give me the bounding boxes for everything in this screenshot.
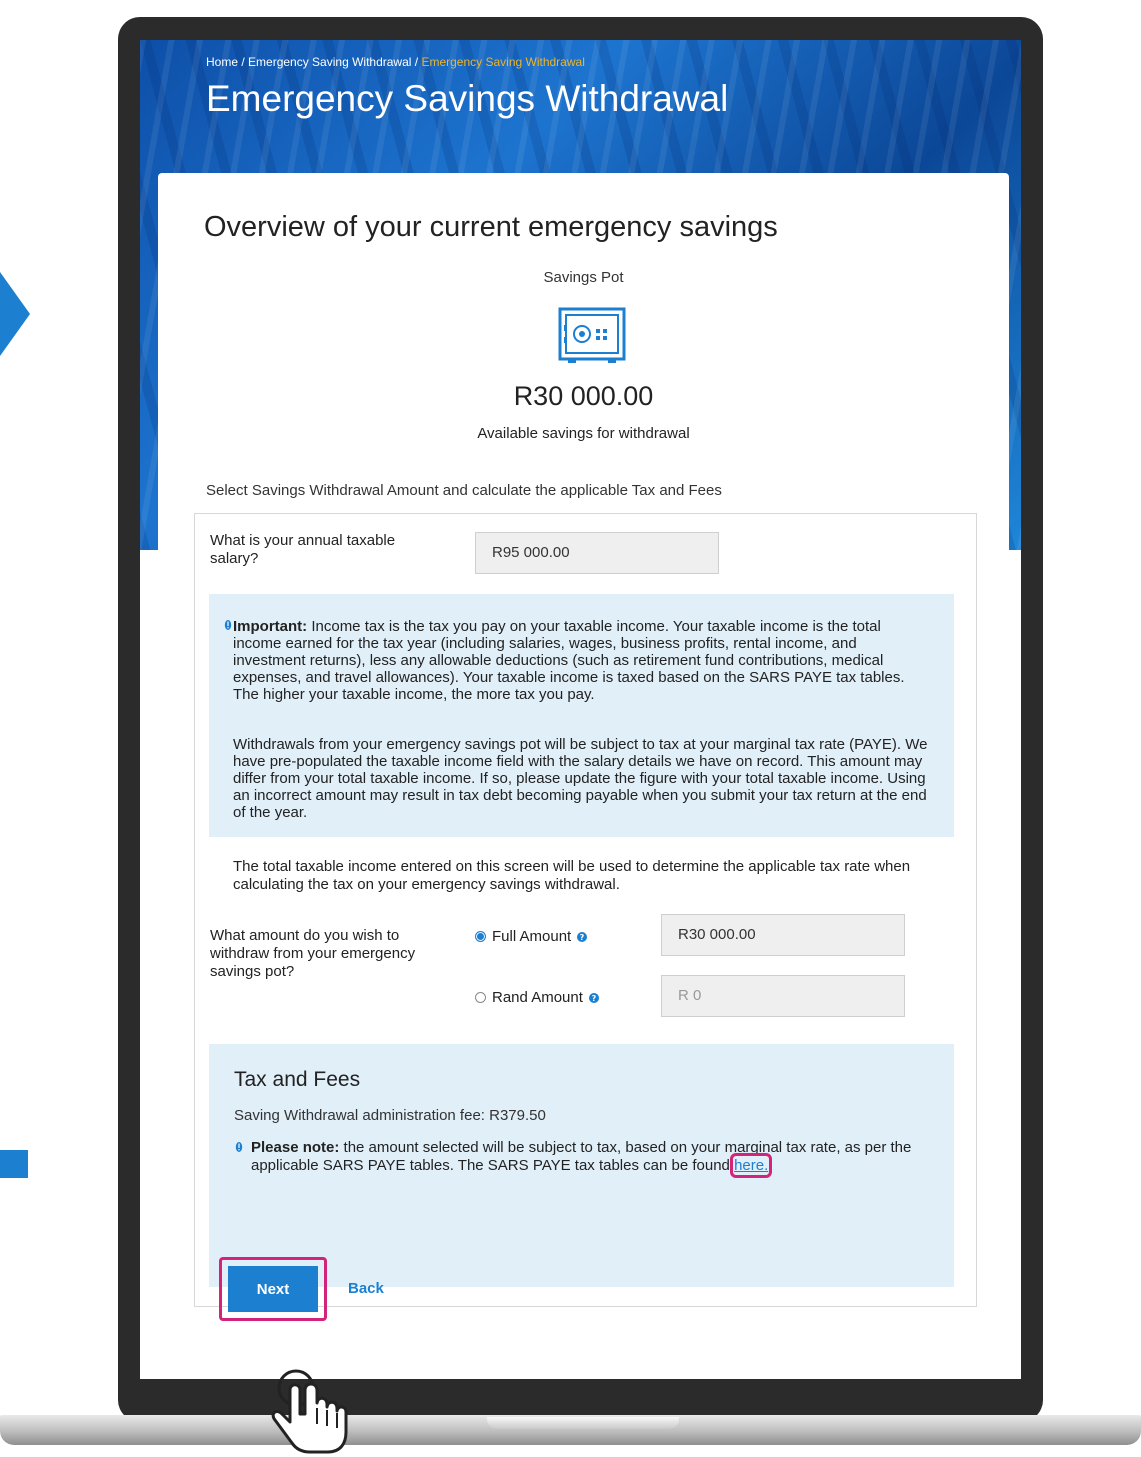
- svg-text:?: ?: [592, 994, 597, 1003]
- laptop-notch: [487, 1417, 679, 1429]
- tax-note: Please note: the amount selected will be…: [251, 1139, 931, 1178]
- info-icon: [224, 620, 232, 630]
- select-caption: Select Savings Withdrawal Amount and cal…: [206, 482, 722, 499]
- tax-note-lead: Please note:: [251, 1139, 340, 1156]
- tax-and-fees-panel: Tax and Fees Saving Withdrawal administr…: [209, 1044, 954, 1287]
- paye-tables-link[interactable]: here.: [730, 1153, 773, 1178]
- withdrawal-form: What is your annual taxable salary? R95 …: [194, 513, 977, 1307]
- available-amount: R30 000.00: [513, 381, 654, 411]
- breadcrumb-section[interactable]: Emergency Saving Withdrawal: [248, 55, 411, 69]
- full-amount-label[interactable]: Full Amount: [492, 928, 571, 945]
- laptop-screen: Home / Emergency Saving Withdrawal / Eme…: [140, 40, 1021, 1379]
- safe-icon: [558, 307, 626, 363]
- important-paragraph-1: Important: Income tax is the tax you pay…: [233, 618, 933, 703]
- important-text-1: Income tax is the tax you pay on your ta…: [233, 618, 905, 703]
- important-lead: Important:: [233, 618, 308, 635]
- rand-amount-radio[interactable]: [475, 992, 486, 1003]
- overview-title: Overview of your current emergency savin…: [204, 211, 778, 243]
- rand-amount-label[interactable]: Rand Amount: [492, 989, 583, 1006]
- help-icon[interactable]: ?: [588, 992, 599, 1003]
- info-icon: [235, 1142, 243, 1152]
- salary-input[interactable]: R95 000.00: [475, 532, 719, 574]
- salary-question: What is your annual taxable salary?: [210, 532, 396, 567]
- savings-pot-label: Savings Pot: [543, 269, 624, 286]
- help-icon[interactable]: ?: [577, 931, 588, 942]
- overview-card: Overview of your current emergency savin…: [158, 173, 1009, 1379]
- decorative-square: [0, 1150, 28, 1178]
- tax-and-fees-title: Tax and Fees: [234, 1068, 361, 1091]
- page-title: Emergency Savings Withdrawal: [206, 78, 729, 119]
- rand-amount-option[interactable]: Rand Amount ?: [475, 989, 599, 1006]
- admin-fee-text: Saving Withdrawal administration fee: R3…: [234, 1107, 546, 1124]
- breadcrumb-separator: /: [238, 55, 249, 69]
- full-amount-radio[interactable]: [475, 931, 486, 942]
- breadcrumb-current: Emergency Saving Withdrawal: [421, 55, 585, 69]
- breadcrumb: Home / Emergency Saving Withdrawal / Eme…: [206, 55, 585, 69]
- withdraw-question: What amount do you wish to withdraw from…: [210, 927, 416, 980]
- important-paragraph-2: Withdrawals from your emergency savings …: [233, 736, 928, 821]
- full-amount-input[interactable]: R30 000.00: [661, 914, 905, 956]
- rand-amount-input[interactable]: R 0: [661, 975, 905, 1017]
- breadcrumb-separator: /: [411, 55, 422, 69]
- full-amount-option[interactable]: Full Amount ?: [475, 928, 588, 945]
- available-amount-caption: Available savings for withdrawal: [477, 425, 690, 442]
- decorative-arrow: [0, 272, 30, 356]
- hand-pointer-icon: [271, 1369, 348, 1454]
- next-button[interactable]: Next: [228, 1266, 318, 1312]
- tax-note-text: the amount selected will be subject to t…: [251, 1139, 912, 1174]
- taxable-income-note: The total taxable income entered on this…: [233, 858, 911, 893]
- back-link[interactable]: Back: [348, 1280, 384, 1297]
- breadcrumb-home[interactable]: Home: [206, 55, 238, 69]
- svg-text:?: ?: [580, 933, 585, 942]
- important-info-panel: Important: Income tax is the tax you pay…: [209, 594, 954, 837]
